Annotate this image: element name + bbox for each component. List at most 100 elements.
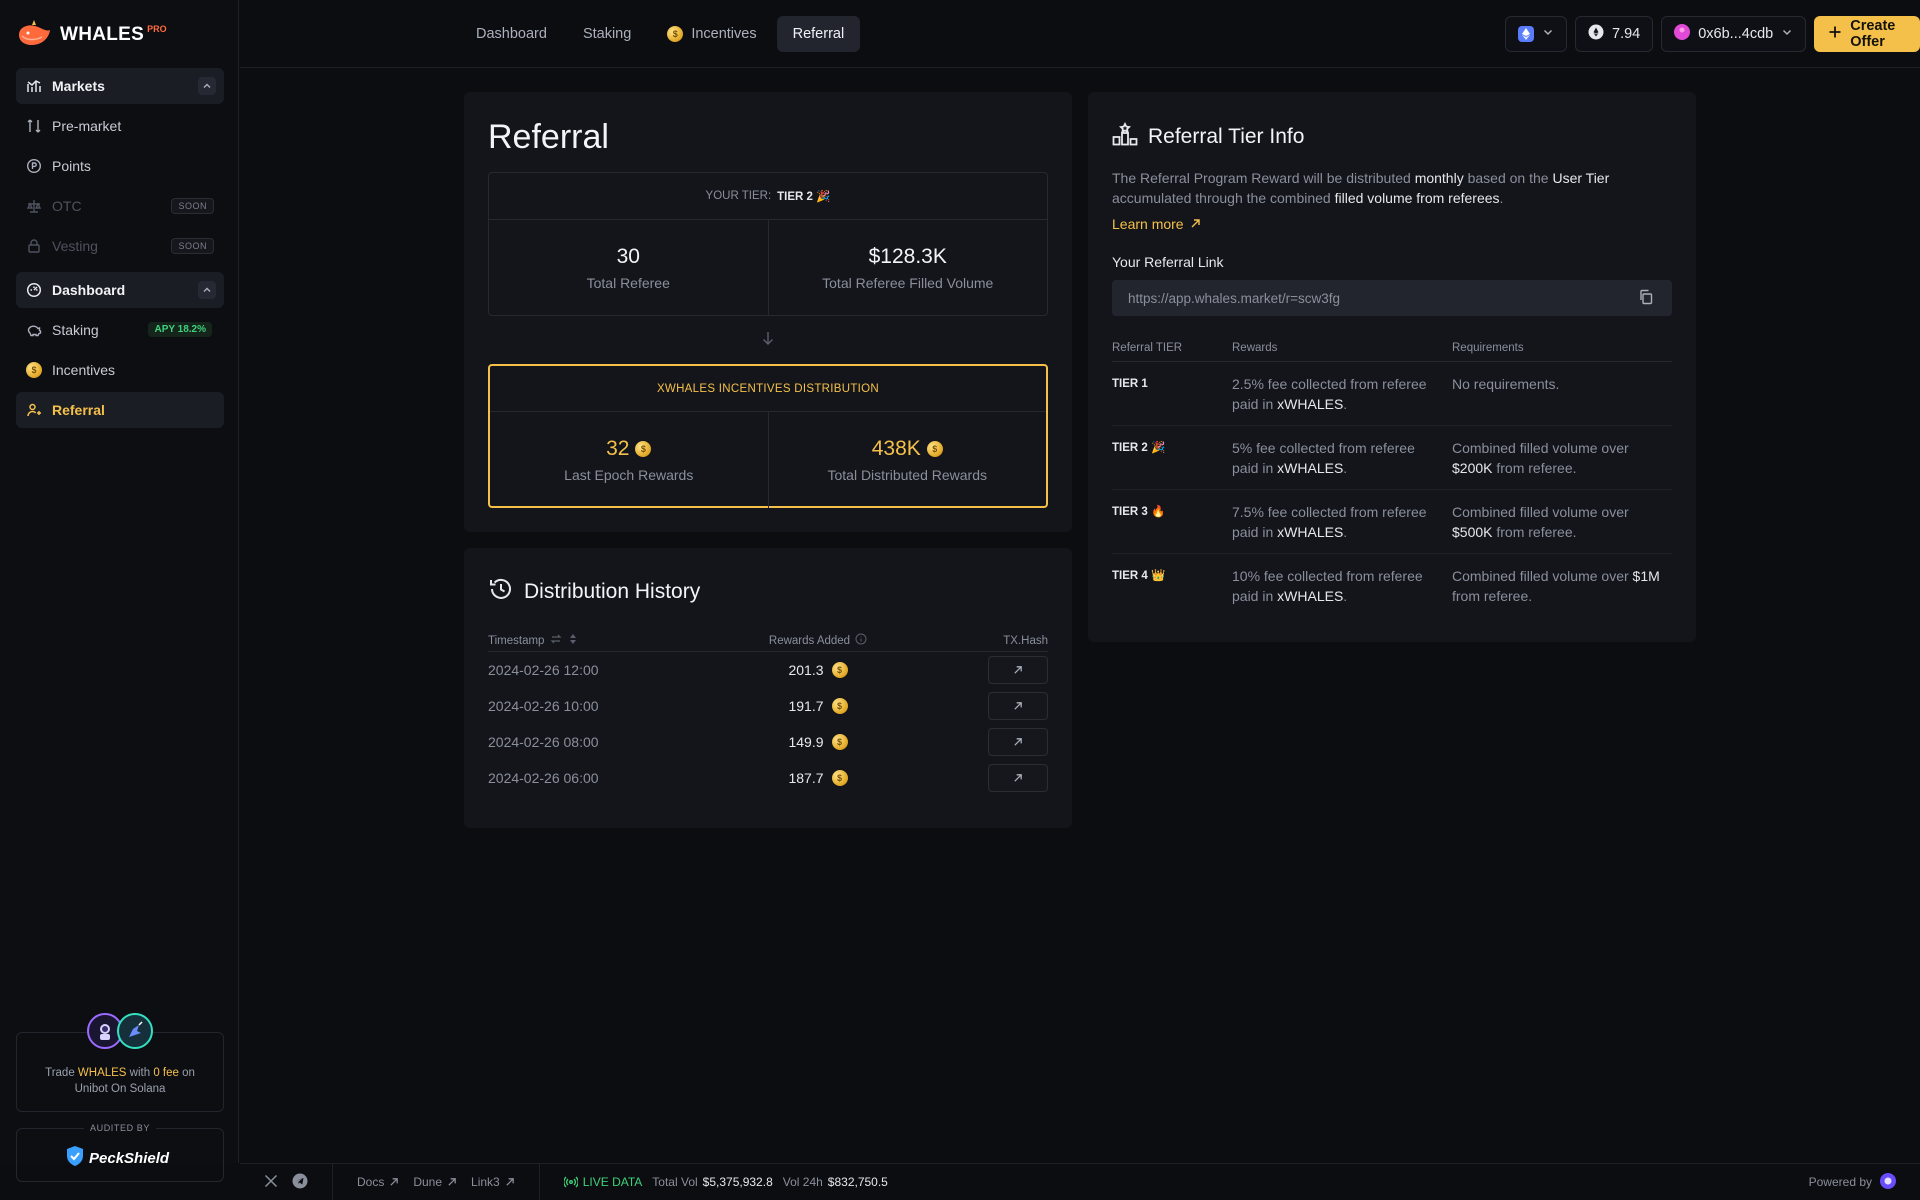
tier-row: TIER 1 2.5% fee collected from referee pa… [1112,362,1672,426]
arrow-up-right-icon [390,1178,399,1186]
coin-icon: $ [831,770,848,786]
referral-link-field[interactable] [1112,280,1672,316]
user-plus-icon [26,402,42,418]
ethereum-icon [1518,26,1534,42]
promo-text: Trade WHALES with 0 fee on Unibot On Sol… [45,1067,195,1095]
sidebar-item-markets[interactable]: Markets [16,68,224,104]
arrow-down-icon [760,330,776,349]
powered-logo-icon[interactable] [1880,1172,1896,1192]
tx-link-button[interactable] [988,764,1048,792]
x-twitter-icon[interactable] [264,1174,278,1191]
unibot-promo[interactable]: Trade WHALES with 0 fee on Unibot On Sol… [16,1013,224,1112]
sidebar-item-staking[interactable]: Staking APY 18.2% [16,312,224,348]
arrow-up-right-icon [1014,738,1022,746]
chevron-up-icon[interactable] [198,77,216,95]
sidebar-item-pre-market[interactable]: Pre-market [16,108,224,144]
tier-reward: 5% fee collected from referee paid in xW… [1232,440,1415,476]
sort-icon [568,633,578,648]
social-links [240,1164,333,1200]
sidebar-item-label: Markets [52,78,105,94]
sidebar-nav: Markets Pre-market Points OTC SOON Vesti… [16,68,224,432]
coin-icon: $ [26,362,42,378]
tab-staking[interactable]: Staking [567,16,647,52]
docs-link[interactable]: Docs [357,1175,399,1189]
tx-link-button[interactable] [988,728,1048,756]
tab-incentives[interactable]: $ Incentives [651,16,772,52]
dune-link[interactable]: Dune [413,1175,457,1189]
page-title: Referral [488,118,609,156]
incentives-title: XWHALES INCENTIVES DISTRIBUTION [490,366,1046,412]
balance-display[interactable]: 7.94 [1575,16,1654,52]
learn-more-link[interactable]: Learn more [1112,216,1201,232]
sidebar-item-label: Points [52,158,91,174]
tab-referral[interactable]: Referral [776,16,861,52]
tier-info-panel: Referral Tier Info The Referral Program … [1088,92,1696,642]
topbar: Dashboard Staking $ Incentives Referral … [240,0,1920,68]
tx-link-button[interactable] [988,656,1048,684]
tx-link-button[interactable] [988,692,1048,720]
coin-icon: $ [926,441,943,457]
sidebar-item-incentives[interactable]: $ Incentives [16,352,224,388]
arrow-up-right-icon [1014,774,1022,782]
tier-name: TIER 2 🎉 [1112,442,1166,454]
sidebar-item-label: Pre-market [52,118,122,134]
chevron-up-icon[interactable] [198,281,216,299]
sidebar-item-referral[interactable]: Referral [16,392,224,428]
sidebar-item-label: Vesting [52,238,98,254]
tier-row: TIER 4 👑 10% fee collected from referee p… [1112,554,1672,618]
stat-total-volume: $128.3K Total Referee Filled Volume [767,220,1048,316]
arrow-up-right-icon [1190,216,1201,232]
broadcast-icon [563,1176,578,1188]
timestamp-cell: 2024-02-26 10:00 [488,698,599,714]
referral-panel: Referral YOUR TIER: TIER 2 🎉 30 Total Re… [464,92,1072,532]
coin-icon: $ [831,734,848,750]
tab-dashboard[interactable]: Dashboard [460,16,563,52]
reward-cell: 201.3 $ [758,662,878,678]
tx-hash-cell [988,764,1048,792]
tier-requirement: No requirements. [1452,376,1560,392]
copy-icon[interactable] [1638,289,1654,308]
swap-horizontal-icon [550,633,562,648]
balance-token-icon [1588,24,1604,44]
shield-icon [65,1145,85,1171]
info-icon[interactable] [855,633,867,648]
timestamp-cell: 2024-02-26 12:00 [488,662,599,678]
telegram-icon[interactable] [292,1173,308,1192]
tier-value: TIER 2 🎉 [777,191,831,203]
sidebar-item-otc: OTC SOON [16,188,224,224]
tier-row: TIER 2 🎉 5% fee collected from referee pa… [1112,426,1672,490]
history-table: Timestamp Rewards Added TX.Hash 2024-02-… [488,630,1048,796]
logo[interactable]: WHALES PRO [16,18,167,51]
tx-hash-cell [988,728,1048,756]
powered-by: Powered by [1809,1172,1896,1192]
create-offer-button[interactable]: Create Offer [1814,16,1920,52]
coin-icon: $ [831,662,848,678]
sidebar-item-dashboard[interactable]: Dashboard [16,272,224,308]
brand-tag: PRO [147,23,167,34]
link3-link[interactable]: Link3 [471,1175,515,1189]
wallet-avatar-icon [1674,24,1691,44]
wallet-address: 0x6b...4cdb [1698,26,1774,42]
history-icon [488,576,514,608]
sidebar-item-points[interactable]: Points [16,148,224,184]
arrow-up-right-icon [1014,702,1022,710]
soon-badge: SOON [171,238,214,254]
coin-icon: $ [635,441,652,457]
sidebar-item-label: Staking [52,322,99,338]
tier-summary: YOUR TIER: TIER 2 🎉 30 Total Referee $12… [488,172,1048,316]
network-selector[interactable] [1505,16,1567,52]
audit-label: AUDITED BY [83,1123,157,1133]
unicorn-avatar-icon [117,1013,153,1049]
audit-badge[interactable]: AUDITED BY PeckShield [16,1123,224,1182]
points-icon [26,158,42,174]
tier-row: TIER 3 🔥 7.5% fee collected from referee … [1112,490,1672,554]
lock-icon [26,238,42,254]
peckshield-logo: PeckShield [65,1145,169,1171]
timestamp-cell: 2024-02-26 08:00 [488,734,599,750]
tier-requirement: Combined filled volume over $1M from ref… [1452,568,1660,604]
sort-timestamp[interactable]: Timestamp [488,633,578,648]
stat-last-epoch: 32 $ Last Epoch Rewards [564,437,694,483]
incentives-distribution: XWHALES INCENTIVES DISTRIBUTION 32 $ Last… [488,364,1048,508]
tier-description: The Referral Program Reward will be dist… [1112,170,1610,206]
wallet-button[interactable]: 0x6b...4cdb [1661,16,1807,52]
